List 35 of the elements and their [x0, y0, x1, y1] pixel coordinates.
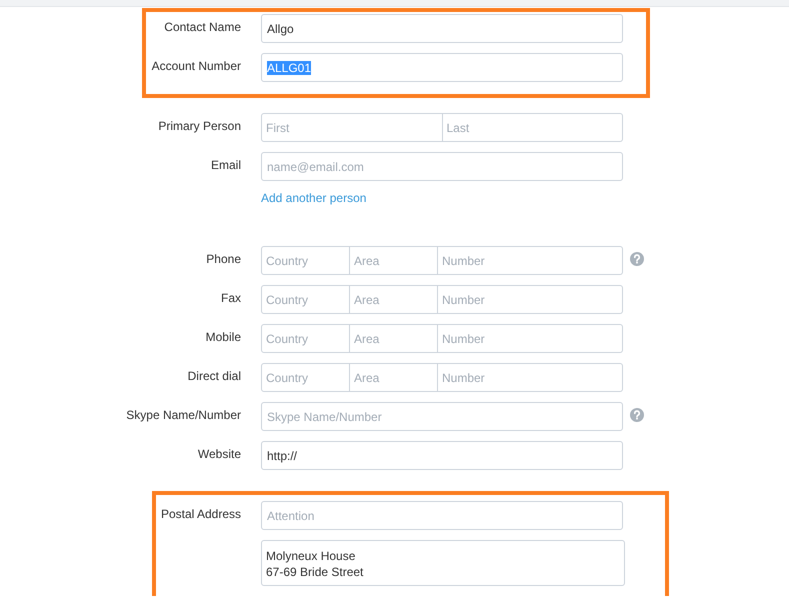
help-icon[interactable]: [630, 408, 644, 422]
input-field[interactable]: Area: [350, 363, 438, 392]
input-field[interactable]: Allgo: [261, 14, 623, 43]
field-label: Skype Name/Number: [126, 407, 241, 422]
input-field[interactable]: Country: [261, 363, 350, 392]
field-label: Direct dial: [188, 368, 241, 383]
field-label: Fax: [220, 290, 241, 305]
input-field[interactable]: Area: [350, 324, 438, 353]
input-field[interactable]: Area: [350, 246, 438, 275]
field-label: Account Number: [152, 58, 241, 73]
add-person-link[interactable]: Add another person: [261, 191, 366, 205]
address-field[interactable]: Molyneux House 67-69 Bride Street: [261, 540, 625, 586]
field-label: Mobile: [206, 329, 241, 344]
input-field[interactable]: ALLG01: [261, 53, 623, 82]
input-field[interactable]: Skype Name/Number: [261, 402, 623, 431]
input-field[interactable]: Country: [261, 324, 350, 353]
field-label: Email: [210, 157, 241, 172]
field-label: Phone: [206, 251, 241, 266]
input-field[interactable]: Country: [261, 246, 350, 275]
input-field[interactable]: Number: [438, 285, 623, 314]
input-field[interactable]: Country: [261, 285, 350, 314]
input-field[interactable]: Number: [438, 246, 623, 275]
input-field[interactable]: Last: [442, 113, 623, 142]
input-field[interactable]: Area: [350, 285, 438, 314]
input-field[interactable]: Number: [438, 363, 623, 392]
help-icon[interactable]: [630, 252, 644, 266]
field-label: Primary Person: [158, 118, 241, 133]
input-field[interactable]: First: [261, 113, 442, 142]
input-field[interactable]: Attention: [261, 501, 623, 530]
field-label: Postal Address: [160, 506, 241, 521]
input-field[interactable]: Number: [438, 324, 623, 353]
input-field[interactable]: name@email.com: [261, 152, 623, 181]
field-label: Website: [198, 446, 241, 461]
field-label: Contact Name: [164, 19, 241, 34]
input-field[interactable]: http://: [261, 441, 623, 470]
